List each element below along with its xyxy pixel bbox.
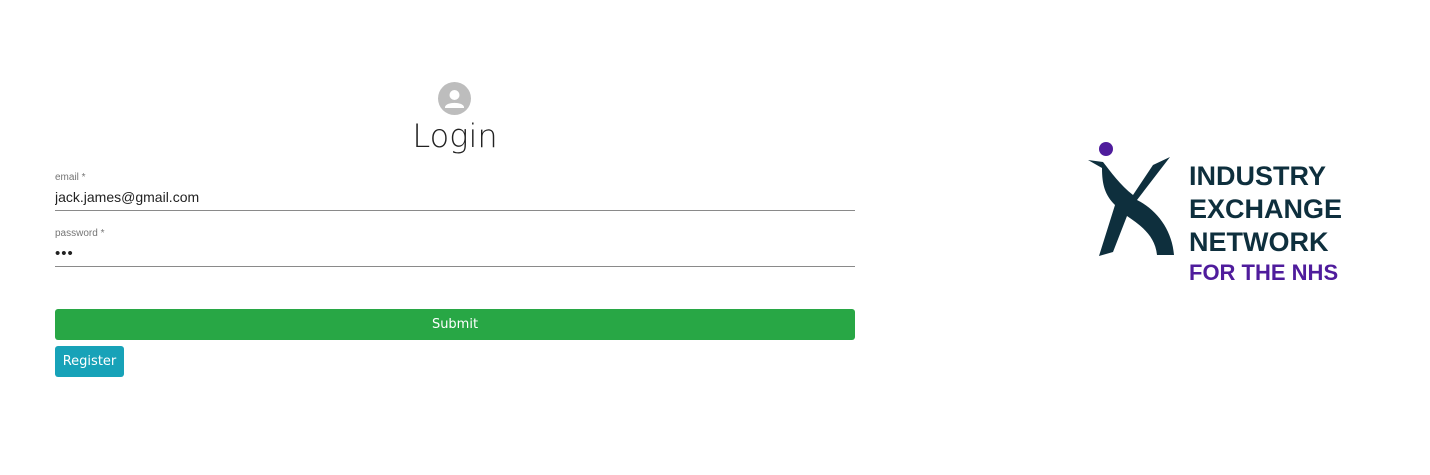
logo-line-network: NETWORK bbox=[1189, 227, 1329, 257]
logo-tagline: FOR THE NHS bbox=[1189, 260, 1339, 285]
password-field[interactable]: password * bbox=[55, 228, 855, 267]
page-title: Login bbox=[412, 117, 498, 155]
email-label: email * bbox=[55, 172, 86, 183]
register-button[interactable]: Register bbox=[55, 346, 124, 377]
industry-exchange-network-logo: INDUSTRY EXCHANGE NETWORK FOR THE NHS bbox=[1085, 140, 1365, 290]
email-input[interactable] bbox=[55, 186, 855, 208]
submit-button[interactable]: Submit bbox=[55, 309, 855, 340]
password-label: password * bbox=[55, 228, 105, 239]
page: Login email * password * Submit Register… bbox=[0, 0, 1430, 475]
logo-line-industry: INDUSTRY bbox=[1189, 161, 1327, 191]
logo-line-exchange: EXCHANGE bbox=[1189, 194, 1343, 224]
account-circle-icon bbox=[438, 82, 471, 115]
email-field[interactable]: email * bbox=[55, 172, 855, 211]
password-input[interactable] bbox=[55, 242, 855, 264]
ixn-logo-mark-icon bbox=[1088, 142, 1174, 256]
logo-text: INDUSTRY EXCHANGE NETWORK FOR THE NHS bbox=[1189, 160, 1342, 287]
